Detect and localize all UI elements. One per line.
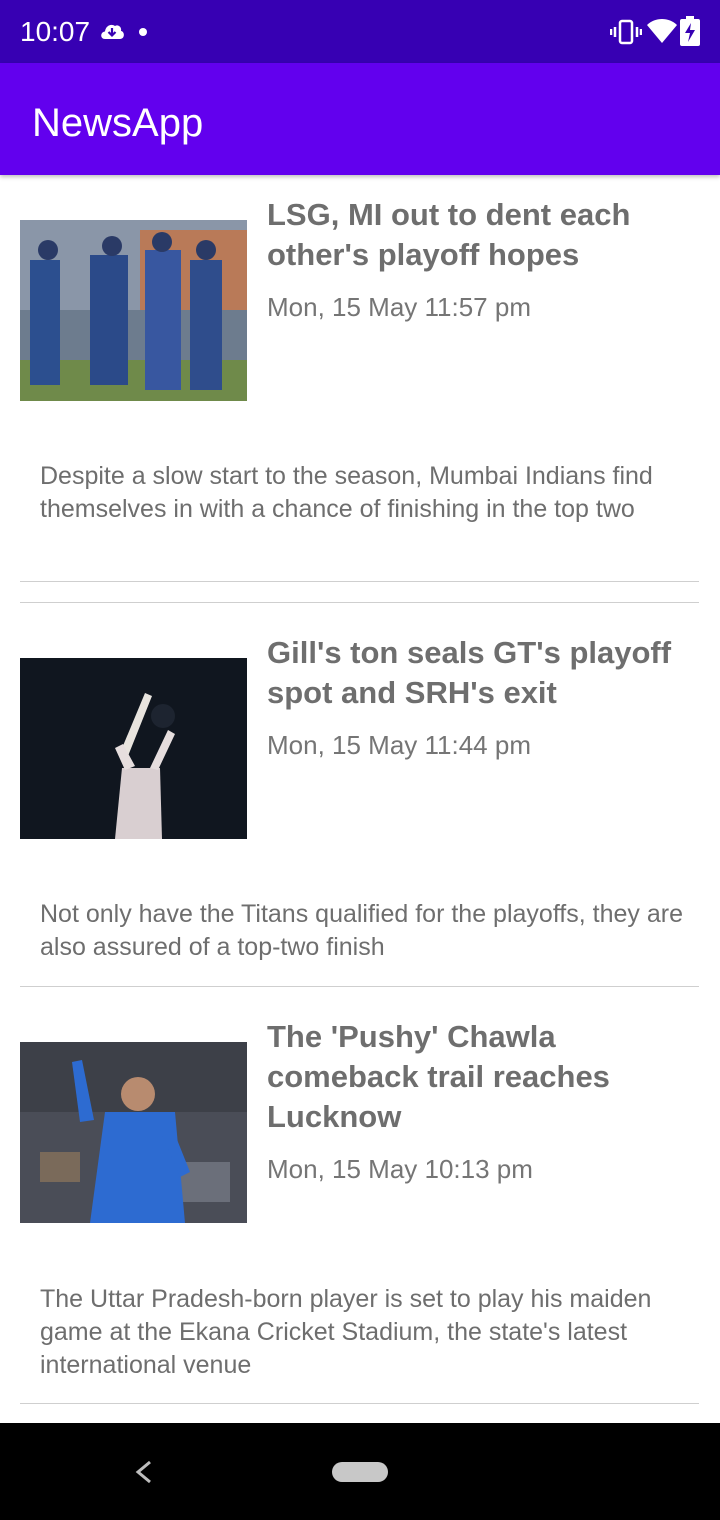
news-date: Mon, 15 May 11:57 pm (267, 292, 531, 322)
app-bar: NewsApp (0, 63, 720, 175)
navigation-bar (0, 1423, 720, 1520)
wifi-icon (647, 19, 677, 43)
news-summary: The Uttar Pradesh-born player is set to … (40, 1285, 652, 1379)
news-item[interactable]: The 'Pushy' Chawla comeback trail reache… (0, 997, 720, 1407)
news-headline: Gill's ton seals GT's playoff spot and S… (267, 635, 672, 710)
status-time: 10:07 (20, 16, 91, 47)
status-bar: 10:07 (0, 0, 720, 63)
divider (20, 986, 699, 987)
battery-charging-icon (680, 16, 700, 46)
news-item[interactable]: LSG, MI out to dent each other's playoff… (0, 175, 720, 582)
divider (20, 581, 699, 582)
news-thumbnail (20, 658, 247, 839)
notification-dot-icon (139, 28, 147, 36)
news-summary: Not only have the Titans qualified for t… (40, 900, 683, 961)
news-headline: The 'Pushy' Chawla comeback trail reache… (267, 1019, 610, 1134)
news-item[interactable]: Gill's ton seals GT's playoff spot and S… (0, 613, 720, 987)
news-date: Mon, 15 May 11:44 pm (267, 730, 531, 760)
app-title: NewsApp (32, 101, 204, 145)
news-headline: LSG, MI out to dent each other's playoff… (267, 197, 631, 272)
divider (20, 1403, 699, 1404)
news-thumbnail (20, 220, 247, 401)
news-date: Mon, 15 May 10:13 pm (267, 1154, 533, 1184)
news-thumbnail (20, 1042, 247, 1223)
cloud-download-icon (101, 24, 124, 39)
home-pill-icon[interactable] (332, 1462, 388, 1482)
news-summary: Despite a slow start to the season, Mumb… (40, 462, 653, 523)
divider (20, 602, 699, 603)
back-icon[interactable] (132, 1459, 156, 1485)
news-list[interactable]: LSG, MI out to dent each other's playoff… (0, 175, 720, 1423)
vibrate-icon (610, 19, 642, 45)
